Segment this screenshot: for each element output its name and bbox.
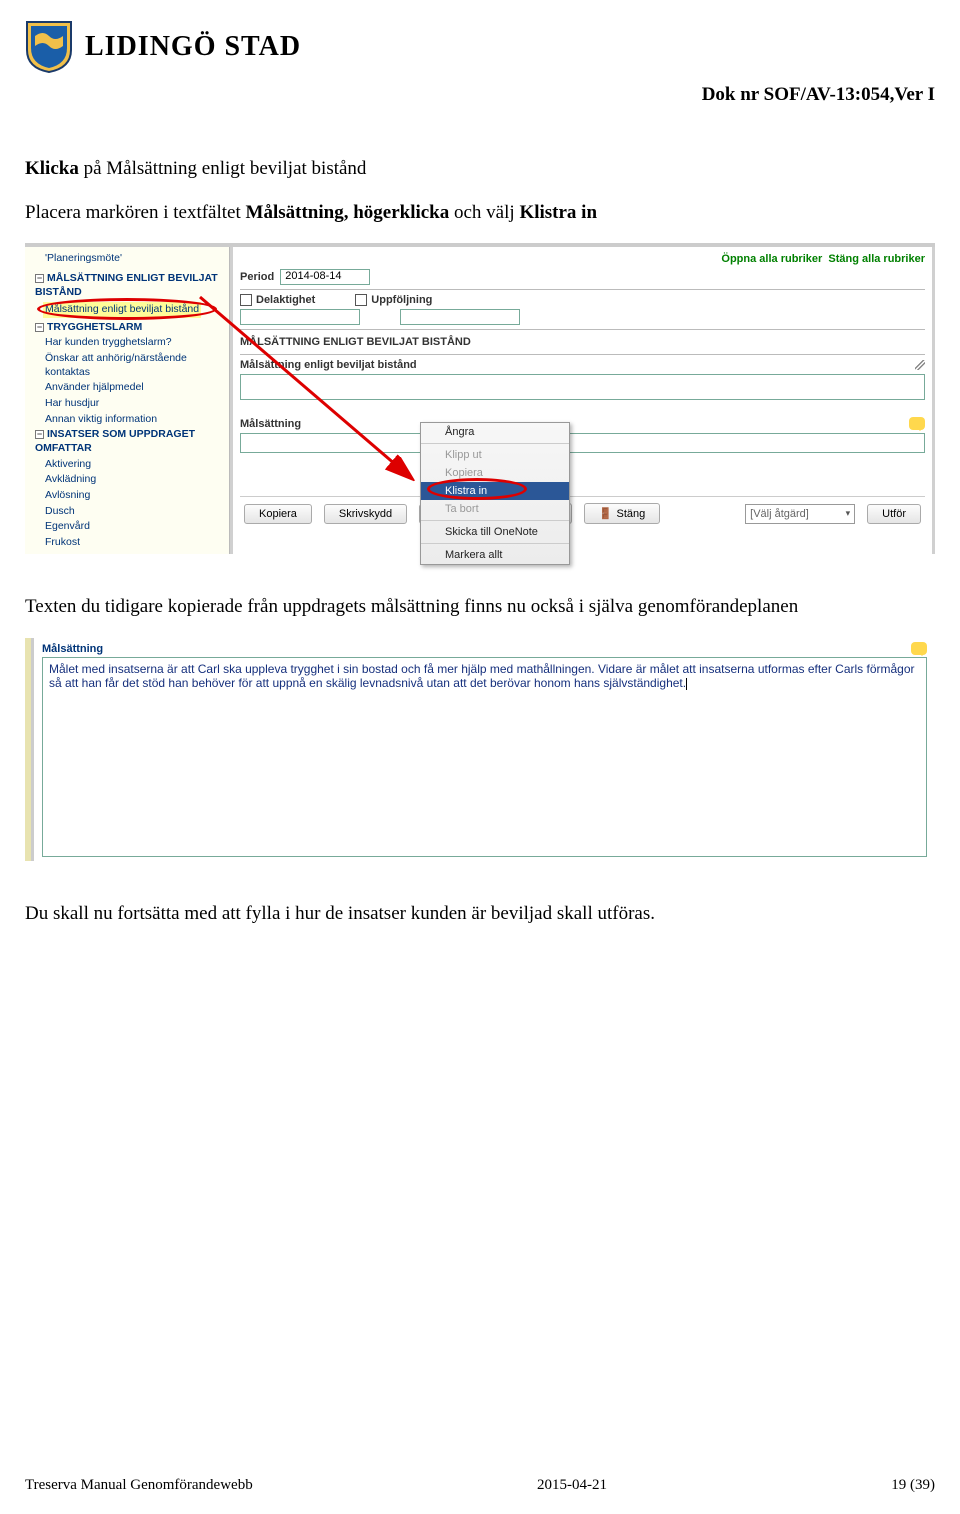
period-field[interactable]: 2014-08-14 [280,269,370,285]
footer-page: 19 (39) [891,1477,935,1494]
org-name: LIDINGÖ STAD [85,31,301,63]
tree-item[interactable]: Egenvård [43,519,229,535]
intro-p2-suffix: och välj [449,202,519,223]
stang-label: Stäng [617,508,646,520]
end-paragraph: Du skall nu fortsätta med att fylla i hu… [25,901,935,927]
action-dropdown[interactable]: [Välj åtgärd] [745,504,855,524]
collapse-icon[interactable]: − [35,430,44,439]
menu-onenote[interactable]: Skicka till OneNote [421,523,569,541]
intro-line-1: Klicka på Målsättning enligt beviljat bi… [25,156,935,182]
door-icon: 🚪 [599,508,613,520]
ss2-title: Målsättning [42,643,103,655]
intro-p2-mid: Målsättning, högerklicka [246,202,450,223]
tree-item[interactable]: 'Planeringsmöte' [43,251,229,267]
period-label: Period [240,271,274,283]
comment-icon[interactable] [911,642,927,655]
collapse-icon[interactable]: − [35,323,44,332]
intro-klicka: Klicka [25,158,79,179]
doc-number: Dok nr SOF/AV-13:054,Ver I [25,84,935,106]
tree-item[interactable]: Frukost [43,535,229,551]
tree-item-highlighted[interactable]: Målsättning enligt beviljat bistånd [43,302,201,318]
red-arrow [190,287,450,507]
intro-p2-end: Klistra in [519,202,597,223]
screenshot-1: 'Planeringsmöte' −MÅLSÄTTNING ENLIGT BEV… [25,243,935,554]
expand-icon[interactable] [915,360,925,370]
tree-label: INSATSER SOM UPPDRAGET OMFATTAR [35,428,195,454]
collapse-icon[interactable]: − [35,274,44,283]
comment-icon[interactable] [909,417,925,430]
utfor-button[interactable]: Utför [867,504,921,524]
screenshot-2: Målsättning Målet med insatserna är att … [25,638,935,861]
footer-title: Treserva Manual Genomförandewebb [25,1477,253,1494]
ss2-panel: Målsättning Målet med insatserna är att … [34,638,935,861]
form-panel: Öppna alla rubriker Stäng alla rubriker … [230,247,935,554]
tree-label: TRYGGHETSLARM [47,321,142,333]
footer-date: 2015-04-21 [537,1477,607,1494]
rubrik-links: Öppna alla rubriker Stäng alla rubriker [240,253,925,265]
menu-selectall[interactable]: Markera allt [421,546,569,564]
shield-icon [25,20,73,74]
header-logo-row: LIDINGÖ STAD [25,20,935,74]
intro-p1-rest: på Målsättning enligt beviljat bistånd [79,158,367,179]
intro-p2-prefix: Placera markören i textfältet [25,202,246,223]
page-footer: Treserva Manual Genomförandewebb 2015-04… [25,1477,935,1494]
intro-line-2: Placera markören i textfältet Målsättnin… [25,200,935,226]
stang-button[interactable]: 🚪 Stäng [584,503,660,524]
mid-paragraph: Texten du tidigare kopierade från uppdra… [25,594,935,620]
result-textarea[interactable]: Målet med insatserna är att Carl ska upp… [42,657,927,857]
caret [686,678,687,690]
result-text: Målet med insatserna är att Carl ska upp… [49,662,915,690]
close-all-link[interactable]: Stäng alla rubriker [828,253,925,265]
open-all-link[interactable]: Öppna alla rubriker [721,253,822,265]
